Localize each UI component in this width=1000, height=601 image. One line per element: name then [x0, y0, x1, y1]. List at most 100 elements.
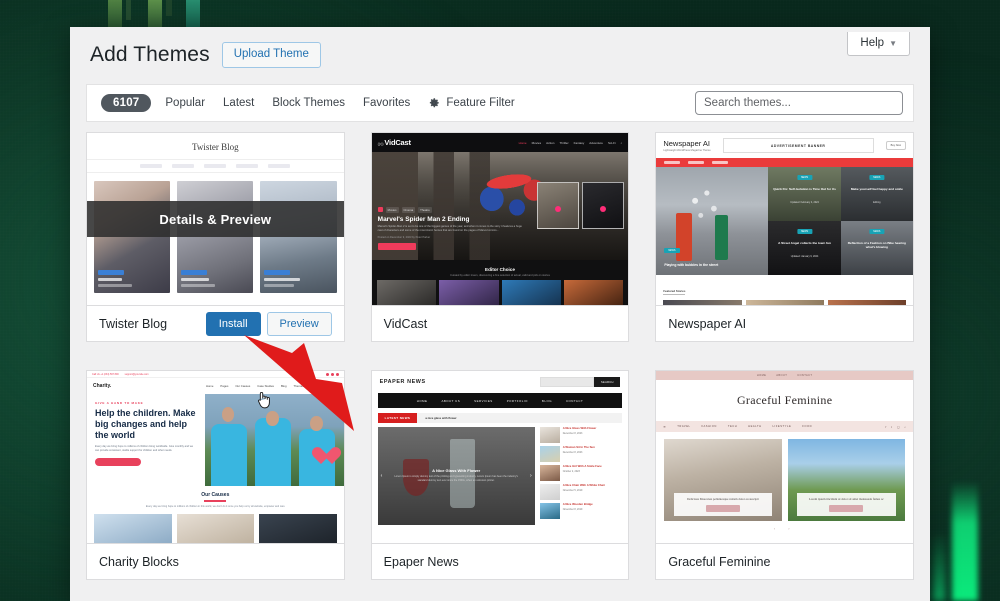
preview-nav-item	[140, 164, 163, 169]
theme-screenshot-epaper-news[interactable]: EPAPER NEWS SEARCH HOME ABOUT US SERVICE…	[371, 371, 629, 544]
preview-chip: NEWS	[796, 228, 813, 234]
preview-badge: Cinema	[401, 206, 416, 213]
preview-pager: ‹ ›	[773, 526, 796, 532]
preview-topbar-item: HOME	[756, 374, 767, 378]
preview-tile: NEWS A Street Angel collects the town fu…	[768, 221, 841, 276]
preview-nav: ☰ TRAVEL FASHION TECH HEALTH LIFESTYLE F…	[656, 421, 913, 433]
preview-item-date: October 2, 2023	[562, 470, 580, 474]
preview-button[interactable]: Preview	[266, 311, 332, 336]
preview-nav: Home Movies Action Thriller Fantasy Adve…	[519, 141, 623, 145]
preview-post-date	[98, 284, 132, 288]
preview-nav-item: TRAVEL	[677, 425, 691, 429]
preview-post-card	[94, 181, 171, 294]
instagram-icon: ◻	[897, 424, 900, 429]
theme-card-charity-blocks[interactable]: Call Us +1 (234) 567 890 support@yoursit…	[86, 370, 345, 581]
preview-sidebar: A Nice Glass With Flower December 8, 202…	[539, 426, 623, 525]
preview-nav: HOME ABOUT US SERVICES PORTFOLIO BLOG CO…	[377, 393, 623, 409]
preview-nav-item: Pages	[220, 384, 229, 389]
theme-screenshot-newspaper-ai[interactable]: Newspaper AI Lightweight WordPress Magaz…	[656, 133, 913, 306]
feature-filter-button[interactable]: Feature Filter	[428, 97, 515, 109]
preview-nav-item	[664, 161, 681, 165]
filter-tab-block-themes[interactable]: Block Themes	[272, 97, 345, 109]
preview-card-caption: Delicious Maecenas pellentesque rutrum d…	[673, 492, 773, 516]
preview-thumb	[259, 513, 337, 544]
theme-card-actions: Install Preview	[205, 311, 332, 336]
preview-hero-thumbs	[537, 182, 625, 230]
preview-topbar-email: support@yoursite.com	[124, 372, 149, 376]
preview-hero-grid: NEWS Playing with bubbles in the street …	[656, 167, 913, 276]
filter-tab-latest[interactable]: Latest	[223, 97, 254, 109]
preview-nav-item: Case Studies	[257, 384, 274, 389]
preview-hero: GIVE A HAND TO MAKE Help the children. M…	[87, 394, 344, 487]
filter-tab-popular[interactable]: Popular	[165, 97, 205, 109]
preview-nav-item: BLOG	[541, 398, 552, 403]
preview-subtext: Every day we bring hope to millions of c…	[95, 445, 194, 453]
preview-item-title: A Nice Glass With Flower	[562, 426, 597, 431]
preview-nav-item: Themes	[293, 384, 304, 389]
preview-brand: EPAPER NEWS	[379, 379, 426, 386]
preview-site-title: Twister Blog	[192, 142, 239, 153]
newspaper-ai-preview: Newspaper AI Lightweight WordPress Magaz…	[656, 133, 913, 306]
preview-topbar-item: CONTACT	[797, 374, 813, 378]
theme-card-epaper-news[interactable]: EPAPER NEWS SEARCH HOME ABOUT US SERVICE…	[370, 370, 630, 581]
preview-featured-label: Featured Stories	[663, 289, 686, 296]
preview-chip: NEWS	[869, 228, 885, 234]
preview-thumb	[537, 182, 580, 230]
page-header: Add Themes Upload Theme Help ▼	[70, 27, 930, 78]
preview-chip: NEWS	[869, 174, 885, 180]
preview-card-caption: Lorem ipsum tincidunt ut dolor sit amet …	[797, 492, 896, 516]
preview-card: Lorem ipsum tincidunt ut dolor sit amet …	[787, 439, 905, 522]
list-item: A Nice Wooden Bridge November 8, 2019	[539, 503, 623, 520]
preview-volunteer	[210, 423, 247, 487]
preview-latest-tag: LATEST NEWS	[377, 413, 418, 424]
help-tab-button[interactable]: Help ▼	[847, 32, 910, 56]
badge-dot	[377, 207, 383, 213]
theme-card-footer: Epaper News	[371, 543, 629, 580]
upload-theme-button[interactable]: Upload Theme	[221, 41, 321, 68]
preview-nav-item: Sci-Fi	[607, 140, 616, 145]
theme-screenshot-graceful-feminine[interactable]: HOME ABOUT CONTACT Graceful Feminine ☰ T…	[656, 371, 913, 544]
details-and-preview-button[interactable]: Details & Preview	[87, 201, 344, 238]
preview-chip: NEWS	[664, 248, 680, 254]
theme-card-footer: Charity Blocks	[87, 543, 344, 580]
theme-name: Charity Blocks	[99, 554, 179, 569]
preview-hero-caption: Playing with bubbles in the street	[664, 263, 719, 268]
filter-tab-favorites[interactable]: Favorites	[363, 97, 410, 109]
preview-hero-excerpt: Marvel's Spider-Man 2 is set to be one o…	[377, 225, 522, 233]
preview-tile: NEWS Reflection of a Fashion on Bike hea…	[840, 221, 913, 276]
search-input[interactable]	[695, 91, 903, 116]
preview-topbar: Call Us +1 (234) 567 890 support@yoursit…	[87, 371, 344, 379]
preview-card-text: Lorem ipsum tincidunt ut dolor sit amet …	[808, 496, 884, 501]
theme-screenshot-vidcast[interactable]: ((•))VidCast Home Movies Action Thriller…	[371, 133, 629, 306]
preview-item-title: A Woman Sit In The Sun	[562, 445, 595, 450]
preview-item-date: December 8, 2023	[562, 451, 583, 455]
theme-screenshot-twister-blog[interactable]: Twister Blog Details & Preview	[87, 133, 344, 306]
install-button[interactable]: Install	[205, 311, 261, 336]
theme-card-vidcast[interactable]: ((•))VidCast Home Movies Action Thriller…	[370, 132, 630, 343]
theme-name: Newspaper AI	[668, 316, 747, 331]
theme-card-twister-blog[interactable]: Twister Blog Details & Preview Twister B…	[86, 132, 345, 343]
preview-buy-button: Buy Now	[885, 141, 906, 151]
preview-cause-cards	[87, 509, 344, 544]
theme-card-graceful-feminine[interactable]: HOME ABOUT CONTACT Graceful Feminine ☰ T…	[655, 370, 914, 581]
menu-icon: ☰	[663, 425, 667, 429]
chevron-left-icon: ‹	[380, 473, 383, 480]
preview-thumb	[539, 446, 560, 463]
theme-screenshot-charity-blocks[interactable]: Call Us +1 (234) 567 890 support@yoursit…	[87, 371, 344, 544]
preview-cta-button	[315, 382, 338, 390]
preview-nav-item: Movies	[531, 140, 542, 145]
preview-nav-item: Adventure	[589, 140, 603, 145]
preview-post-tag	[98, 270, 124, 276]
preview-slide-title: A Nice Glass With Flower	[432, 468, 481, 474]
preview-badge: Movies	[385, 206, 399, 213]
preview-tile-date: Updated: February 4, 2024	[790, 200, 819, 204]
preview-body: ‹ › A Nice Glass With Flower Lorem Ipsum…	[377, 426, 623, 526]
preview-nav-item: Action	[546, 140, 555, 145]
theme-card-newspaper-ai[interactable]: Newspaper AI Lightweight WordPress Magaz…	[655, 132, 914, 343]
preview-brand: Newspaper AI Lightweight WordPress Magaz…	[663, 139, 710, 152]
preview-volunteer-head	[266, 410, 279, 426]
preview-nav-item	[172, 164, 195, 169]
preview-featured-section: Featured Stories	[656, 275, 913, 306]
preview-headline: Help the children. Make big changes and …	[95, 408, 196, 441]
bg-green-glow	[952, 481, 978, 601]
